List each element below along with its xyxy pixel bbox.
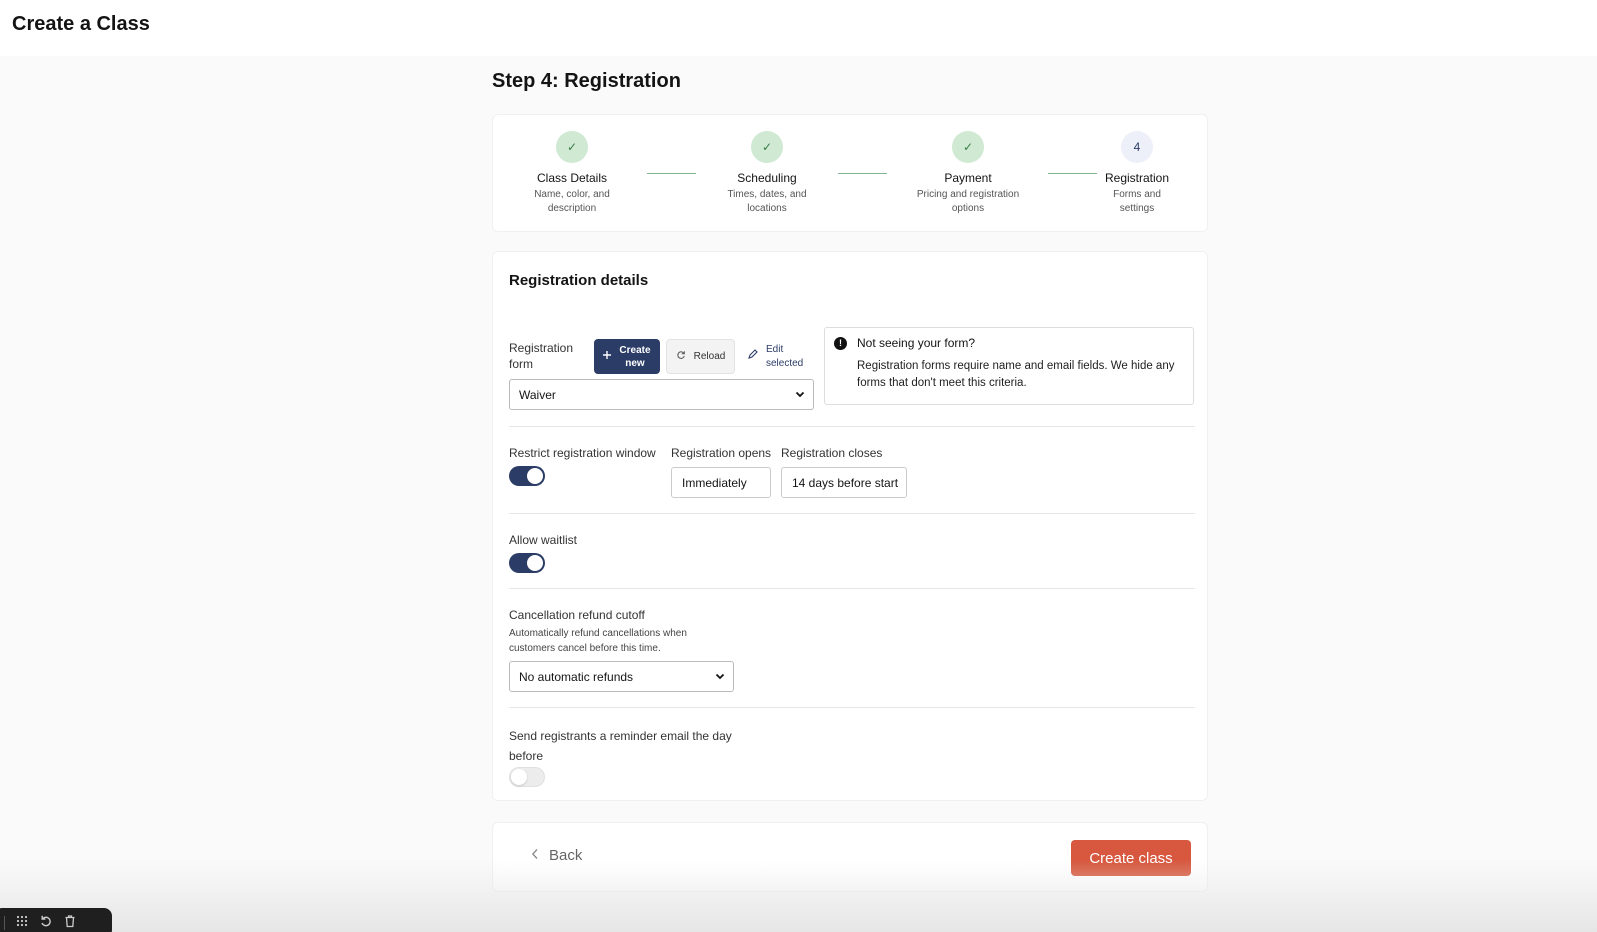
info-notice: ! Not seeing your form? Registration for…	[824, 327, 1194, 405]
chevron-down-icon	[794, 388, 806, 403]
step-connector	[838, 173, 887, 174]
step-connector	[647, 173, 696, 174]
registration-details-card: Registration details Registration form C…	[492, 251, 1208, 801]
divider	[509, 707, 1195, 708]
registration-form-select[interactable]: Waiver	[509, 379, 814, 410]
footer-actions: Back Create class	[492, 822, 1208, 892]
chevron-down-icon	[714, 670, 726, 685]
step-label: Class Details	[536, 171, 608, 185]
back-button[interactable]: Back	[531, 847, 582, 864]
registration-opens-label: Registration opens	[671, 446, 772, 460]
refund-cutoff-label: Cancellation refund cutoff	[509, 608, 645, 622]
check-icon: ✓	[952, 131, 984, 163]
step-scheduling[interactable]: ✓ Scheduling Times, dates, and locations	[712, 131, 822, 216]
step-description: Pricing and registration options	[916, 189, 1020, 214]
reminder-email-label: Send registrants a reminder email the da…	[509, 729, 732, 763]
step-title: Step 4: Registration	[492, 70, 681, 92]
trash-icon[interactable]	[63, 914, 77, 932]
registration-opens-field[interactable]: Immediately	[671, 467, 771, 498]
info-title: Not seeing your form?	[857, 336, 976, 350]
restrict-window-label: Restrict registration window	[509, 446, 656, 460]
restrict-window-toggle[interactable]	[509, 466, 545, 486]
refund-cutoff-description: Automatically refund cancellations when …	[509, 628, 687, 654]
step-label: Registration	[1104, 171, 1170, 185]
divider	[509, 513, 1195, 514]
section-title: Registration details	[509, 272, 649, 289]
step-description: Name, color, and description	[534, 189, 610, 214]
info-body: Registration forms require name and emai…	[857, 360, 1175, 389]
reload-label: Reload	[693, 351, 726, 362]
toggle-knob	[511, 769, 527, 785]
page-title: Create a Class	[12, 13, 150, 35]
divider	[509, 588, 1195, 589]
allow-waitlist-toggle[interactable]	[509, 553, 545, 573]
create-class-button[interactable]: Create class	[1071, 840, 1191, 876]
step-label: Scheduling	[737, 171, 797, 185]
plus-icon	[602, 350, 612, 364]
step-registration[interactable]: 4 Registration Forms and settings	[1097, 131, 1177, 216]
reload-icon	[676, 350, 686, 363]
create-new-button[interactable]: Create new	[594, 339, 660, 374]
selected-value: Waiver	[519, 387, 556, 402]
step-label: Payment	[944, 171, 992, 185]
reminder-email-toggle[interactable]	[509, 767, 545, 787]
toolbar-separator	[4, 916, 5, 930]
toggle-knob	[527, 468, 543, 484]
check-icon: ✓	[556, 131, 588, 163]
edit-selected-label: Edit selected	[766, 343, 804, 369]
step-class-details[interactable]: ✓ Class Details Name, color, and descrip…	[517, 131, 627, 216]
allow-waitlist-label: Allow waitlist	[509, 533, 578, 547]
chevron-left-icon	[531, 847, 539, 864]
step-description: Forms and settings	[1113, 189, 1161, 214]
create-new-label: Create new	[619, 344, 651, 369]
stepper: ✓ Class Details Name, color, and descrip…	[492, 114, 1208, 232]
dev-toolbar	[0, 908, 112, 932]
step-number: 4	[1121, 131, 1153, 163]
registration-closes-field[interactable]: 14 days before start	[781, 467, 907, 498]
step-description: Times, dates, and locations	[727, 189, 807, 214]
check-icon: ✓	[751, 131, 783, 163]
back-label: Back	[549, 847, 583, 864]
edit-selected-button[interactable]: Edit selected	[747, 339, 811, 374]
registration-form-label: Registration form	[509, 341, 574, 371]
grid-icon[interactable]	[15, 914, 29, 932]
divider	[509, 426, 1195, 427]
registration-closes-label: Registration closes	[781, 446, 883, 460]
info-icon: !	[834, 337, 847, 350]
undo-icon[interactable]	[39, 914, 53, 932]
step-connector	[1048, 173, 1097, 174]
toggle-knob	[527, 555, 543, 571]
selected-value: No automatic refunds	[519, 669, 634, 684]
pencil-icon	[747, 348, 758, 365]
top-bar: Create a Class	[0, 0, 1597, 56]
refund-cutoff-select[interactable]: No automatic refunds	[509, 661, 734, 692]
reload-button[interactable]: Reload	[666, 339, 735, 374]
step-payment[interactable]: ✓ Payment Pricing and registration optio…	[913, 131, 1023, 216]
